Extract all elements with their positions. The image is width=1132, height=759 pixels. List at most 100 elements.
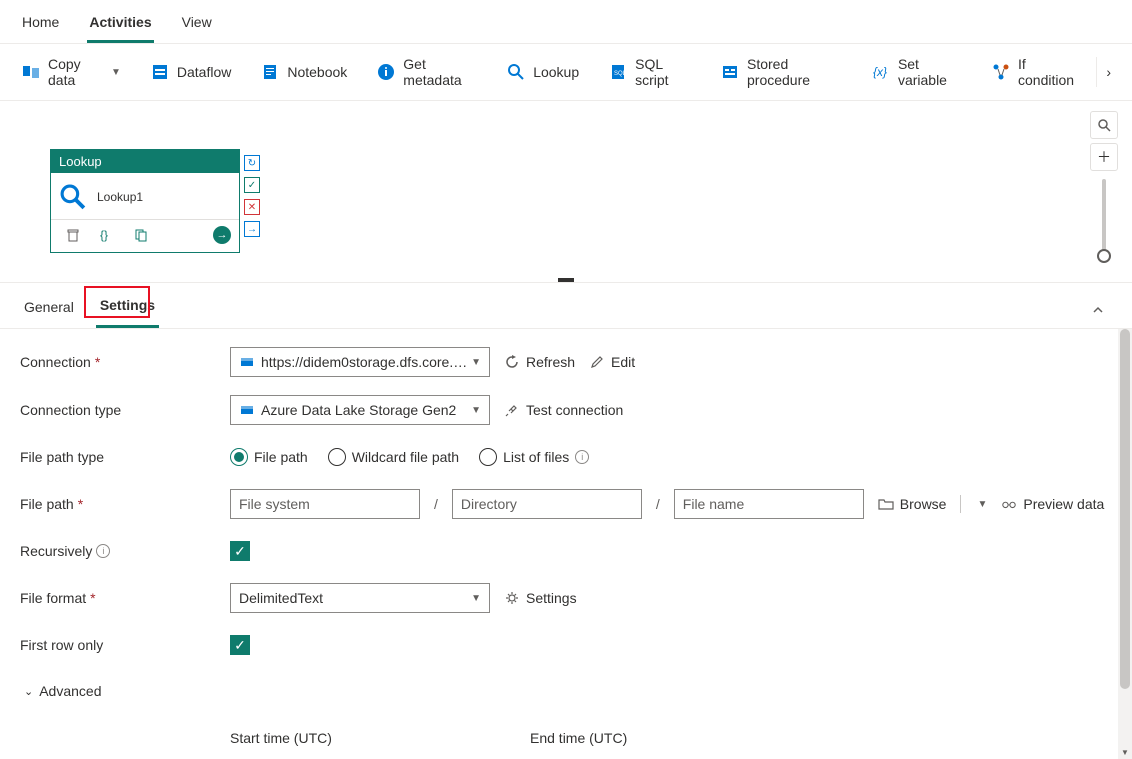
pencil-icon [589, 354, 605, 370]
toolbar-overflow-button[interactable]: › [1096, 57, 1120, 87]
pipeline-canvas[interactable]: Lookup Lookup1 {} → ↻ ✓ ✕ → [0, 101, 1132, 283]
scroll-down-button[interactable]: ▼ [1118, 745, 1132, 759]
run-arrow-icon[interactable]: → [213, 226, 231, 244]
activity-name-label: Lookup1 [97, 190, 143, 204]
lookup-button[interactable]: Lookup [497, 57, 589, 87]
tab-activities[interactable]: Activities [87, 8, 153, 43]
connection-value: https://didem0storage.dfs.core.w... [261, 354, 471, 370]
sql-script-button[interactable]: SQL SQL script [599, 50, 701, 94]
chevron-down-icon: ⌄ [24, 685, 33, 698]
if-condition-button[interactable]: If condition [982, 50, 1086, 94]
radio-wildcard[interactable]: Wildcard file path [328, 448, 459, 466]
end-time-label: End time (UTC) [530, 730, 830, 746]
file-path-type-label: File path type [20, 449, 230, 465]
panel-resize-handle[interactable] [558, 278, 574, 282]
advanced-toggle[interactable]: ⌄ Advanced [24, 683, 102, 699]
tab-general[interactable]: General [20, 295, 78, 327]
settings-panel: Connection* https://didem0storage.dfs.co… [0, 329, 1132, 759]
refresh-button[interactable]: Refresh [504, 354, 575, 370]
status-skip-icon[interactable]: → [244, 221, 260, 237]
chevron-down-icon: ▼ [111, 67, 121, 78]
status-fail-icon[interactable]: ✕ [244, 199, 260, 215]
stored-procedure-label: Stored procedure [747, 56, 842, 88]
scrollbar-thumb[interactable] [1120, 329, 1130, 689]
chevron-down-icon: ▼ [471, 593, 481, 604]
notebook-icon [261, 63, 279, 81]
copy-data-icon [22, 63, 40, 81]
set-variable-button[interactable]: {x} Set variable [862, 50, 972, 94]
get-metadata-button[interactable]: Get metadata [367, 50, 487, 94]
zoom-slider-thumb[interactable] [1097, 249, 1111, 263]
dataflow-button[interactable]: Dataflow [141, 57, 241, 87]
svg-text:{}: {} [100, 228, 108, 242]
start-time-label: Start time (UTC) [230, 730, 530, 746]
chevron-down-icon[interactable]: ▼ [977, 499, 987, 510]
first-row-only-label: First row only [20, 637, 230, 653]
sql-script-icon: SQL [609, 63, 627, 81]
if-condition-icon [992, 63, 1010, 81]
zoom-in-button[interactable]: ＋ [1090, 143, 1118, 171]
sql-script-label: SQL script [635, 56, 691, 88]
canvas-search-button[interactable] [1090, 111, 1118, 139]
radio-file-path[interactable]: File path [230, 448, 308, 466]
file-format-select[interactable]: DelimitedText ▼ [230, 583, 490, 613]
activity-detail-tabs: General Settings [0, 283, 1132, 329]
recursively-label: Recursively i [20, 543, 230, 559]
variable-icon: {x} [872, 63, 890, 81]
browse-button[interactable]: Browse [878, 496, 947, 512]
file-format-label: File format* [20, 590, 230, 606]
stored-procedure-icon [721, 63, 739, 81]
refresh-icon [504, 354, 520, 370]
scrollbar[interactable]: ▼ [1118, 329, 1132, 759]
status-success-icon[interactable]: ✓ [244, 177, 260, 193]
copy-icon[interactable] [133, 227, 149, 243]
canvas-zoom-controls: ＋ [1090, 111, 1118, 267]
info-icon[interactable]: i [575, 450, 589, 464]
edit-button[interactable]: Edit [589, 354, 635, 370]
connection-type-select[interactable]: Azure Data Lake Storage Gen2 ▼ [230, 395, 490, 425]
copy-data-button[interactable]: Copy data ▼ [12, 50, 131, 94]
connection-type-label: Connection type [20, 402, 230, 418]
code-braces-icon[interactable]: {} [99, 227, 115, 243]
chevron-down-icon: ▼ [471, 405, 481, 416]
test-connection-button[interactable]: Test connection [504, 402, 623, 418]
separator [960, 495, 961, 513]
path-separator: / [434, 496, 438, 512]
path-separator: / [656, 496, 660, 512]
zoom-slider[interactable] [1102, 179, 1106, 263]
search-icon [507, 63, 525, 81]
status-retry-icon[interactable]: ↻ [244, 155, 260, 171]
collapse-panel-button[interactable] [1084, 299, 1112, 323]
tab-home[interactable]: Home [20, 8, 61, 43]
preview-data-button[interactable]: Preview data [1001, 496, 1104, 512]
glasses-icon [1001, 496, 1017, 512]
connection-select[interactable]: https://didem0storage.dfs.core.w... ▼ [230, 347, 490, 377]
activities-toolbar: Copy data ▼ Dataflow Notebook Get metada… [0, 44, 1132, 101]
radio-list-of-files[interactable]: List of files i [479, 448, 589, 466]
format-settings-button[interactable]: Settings [504, 590, 577, 606]
notebook-button[interactable]: Notebook [251, 57, 357, 87]
directory-input[interactable] [452, 489, 642, 519]
get-metadata-label: Get metadata [403, 56, 477, 88]
recursively-checkbox[interactable]: ✓ [230, 541, 250, 561]
tab-settings[interactable]: Settings [96, 293, 159, 328]
folder-icon [878, 496, 894, 512]
dataflow-icon [151, 63, 169, 81]
stored-procedure-button[interactable]: Stored procedure [711, 50, 852, 94]
file-name-input[interactable] [674, 489, 864, 519]
gear-icon [504, 590, 520, 606]
activity-card-lookup[interactable]: Lookup Lookup1 {} → [50, 149, 240, 253]
delete-icon[interactable] [65, 227, 81, 243]
storage-icon [239, 354, 255, 370]
if-condition-label: If condition [1018, 56, 1076, 88]
tab-view[interactable]: View [180, 8, 214, 43]
activity-card-header: Lookup [51, 150, 239, 173]
file-system-input[interactable] [230, 489, 420, 519]
info-icon[interactable]: i [96, 544, 110, 558]
file-path-label: File path* [20, 496, 230, 512]
set-variable-label: Set variable [898, 56, 962, 88]
svg-text:{x}: {x} [873, 65, 887, 79]
chevron-right-icon: › [1106, 64, 1111, 80]
first-row-only-checkbox[interactable]: ✓ [230, 635, 250, 655]
info-circle-icon [377, 63, 395, 81]
